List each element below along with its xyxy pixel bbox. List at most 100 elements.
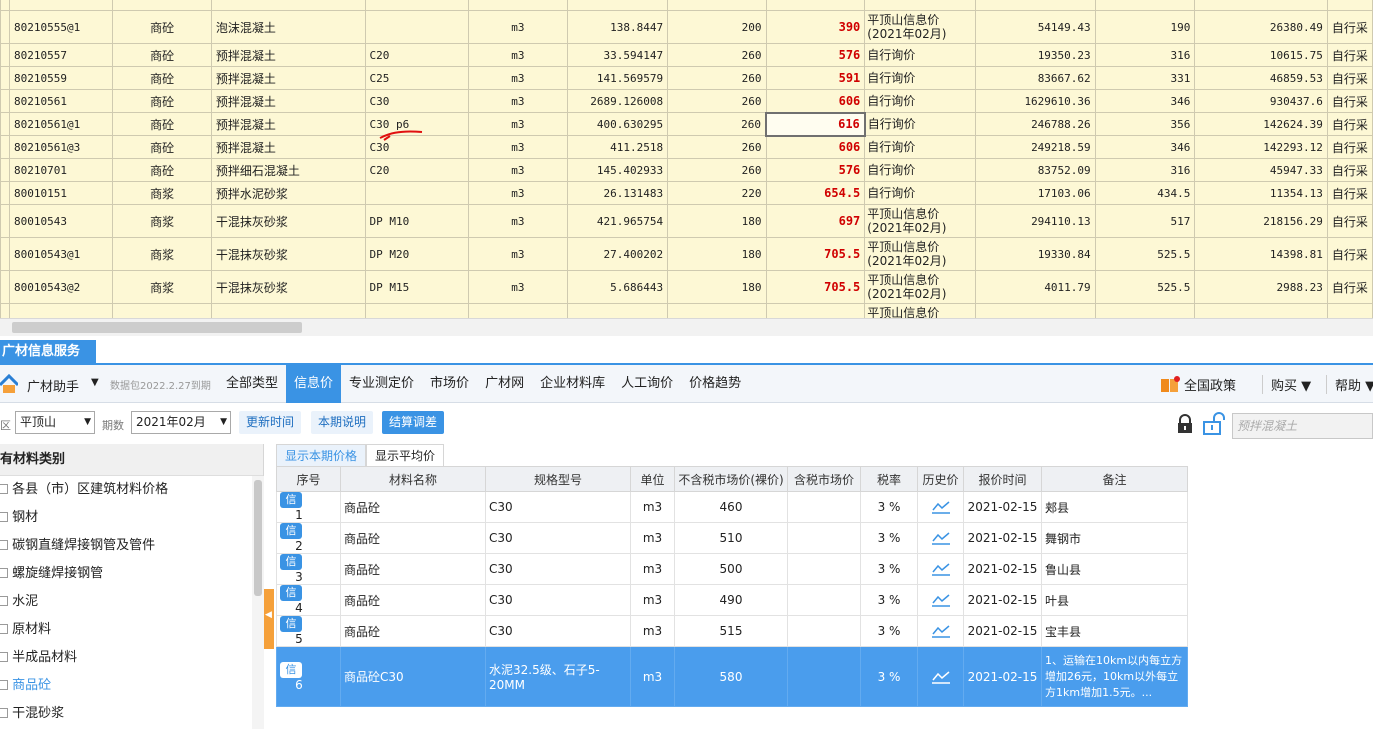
material-name[interactable]: 预拌细石混凝土 [210, 158, 366, 182]
material-code[interactable]: 80210561 [8, 89, 114, 113]
difference-amount[interactable] [1194, 303, 1328, 318]
category-item[interactable]: 干混砂浆 [0, 700, 263, 728]
table-row[interactable] [0, 0, 1373, 11]
supply-type[interactable]: 自行采 [1326, 66, 1373, 90]
price-source[interactable]: 自行询价 [864, 66, 976, 90]
history-price-cell[interactable] [917, 553, 964, 585]
quote-date[interactable]: 2021-02-15 [963, 584, 1042, 616]
price-excl-tax[interactable]: 510 [674, 522, 788, 554]
national-policy-link[interactable]: 全国政策 [1160, 375, 1236, 394]
base-price[interactable]: 180 [667, 204, 767, 238]
material-category[interactable]: 商砼 [112, 135, 212, 159]
material-name[interactable]: 干混抹灰砂浆 [210, 237, 366, 271]
material-unit[interactable]: m3 [468, 112, 568, 136]
table-row[interactable]: 80210557 商砼 预拌混凝土 C20 m3 33.594147 260 576 自行询价 1… [0, 43, 1373, 67]
material-spec[interactable]: C20 [364, 43, 470, 67]
gutter-cell[interactable] [0, 270, 10, 304]
material-unit[interactable]: m3 [468, 10, 568, 44]
gutter-cell[interactable] [0, 43, 10, 67]
gutter-cell[interactable] [0, 66, 10, 90]
period-note-button[interactable]: 本期说明 [311, 411, 374, 434]
market-amount[interactable]: 4011.79 [974, 270, 1096, 304]
material-spec[interactable]: C30 [485, 615, 631, 647]
nav-tab-1[interactable]: 全部类型 [218, 365, 286, 403]
material-code[interactable] [8, 303, 114, 318]
material-quantity[interactable] [566, 303, 669, 318]
material-spec[interactable]: 水泥32.5级、石子5-20MM [485, 646, 631, 707]
base-price[interactable]: 180 [667, 270, 767, 304]
info-price-badge[interactable]: 信 [280, 585, 302, 601]
table-row[interactable]: 80010151 商浆 预拌水泥砂浆 m3 26.131483 220 654.5 自行询价 1… [0, 181, 1373, 205]
material-spec[interactable]: C30 [485, 522, 631, 554]
material-unit[interactable]: m3 [468, 204, 568, 238]
history-price-cell[interactable] [917, 584, 964, 616]
service-panel-tab[interactable]: 广材信息服务 [0, 340, 96, 364]
difference-amount[interactable]: 10615.75 [1194, 43, 1328, 67]
material-spec[interactable]: C30 [485, 491, 631, 523]
category-item[interactable]: 螺旋缝焊接钢管 [0, 560, 263, 588]
base-price[interactable]: 260 [667, 43, 767, 67]
price-excl-tax[interactable]: 515 [674, 615, 788, 647]
market-price[interactable]: 576 [765, 158, 866, 182]
material-code[interactable]: 80210559 [8, 66, 114, 90]
material-spec[interactable]: C20 [364, 158, 470, 182]
base-price[interactable]: 260 [667, 66, 767, 90]
supply-type[interactable]: 自行采 [1326, 135, 1373, 159]
price-incl-tax[interactable] [787, 491, 861, 523]
price-source[interactable]: 平顶山信息价(2021年02月) [864, 237, 976, 271]
nav-tab-5[interactable]: 广材网 [477, 365, 532, 403]
price-difference[interactable]: 517 [1094, 204, 1196, 238]
remark[interactable]: 叶县 [1041, 584, 1188, 616]
material-unit[interactable]: m3 [468, 43, 568, 67]
history-price-cell[interactable] [917, 522, 964, 554]
row-number-cell[interactable]: 信5 [276, 615, 341, 647]
table-row[interactable]: 80010543@2 商浆 干混抹灰砂浆 DP M15 m3 5.686443 180 705… [0, 270, 1373, 304]
material-quantity[interactable]: 5.686443 [566, 270, 669, 304]
update-time-button[interactable]: 更新时间 [239, 411, 302, 434]
material-category[interactable]: 商砼 [112, 112, 212, 136]
market-amount[interactable]: 1629610.36 [974, 89, 1096, 113]
price-excl-tax[interactable]: 500 [674, 553, 788, 585]
difference-amount[interactable]: 11354.13 [1194, 181, 1328, 205]
material-name[interactable]: 预拌混凝土 [210, 89, 366, 113]
material-unit[interactable]: m3 [468, 270, 568, 304]
supply-type[interactable]: 自行采 [1326, 89, 1373, 113]
material-spec[interactable]: C30 [485, 553, 631, 585]
row-number-cell[interactable]: 信1 [276, 491, 341, 523]
search-input[interactable]: 预拌混凝土 [1232, 413, 1373, 439]
material-unit[interactable]: m3 [630, 615, 675, 647]
market-price[interactable]: 616 [765, 111, 866, 137]
base-price[interactable]: 260 [667, 158, 767, 182]
tax-rate[interactable]: 3 % [860, 491, 918, 523]
material-category[interactable]: 商砼 [112, 66, 212, 90]
gutter-cell[interactable] [0, 89, 10, 113]
difference-amount[interactable]: 14398.81 [1194, 237, 1328, 271]
remark[interactable]: 郏县 [1041, 491, 1188, 523]
quote-date[interactable]: 2021-02-15 [963, 491, 1042, 523]
nav-tab-6[interactable]: 企业材料库 [532, 365, 613, 403]
table-row[interactable]: 80210561@3 商砼 预拌混凝土 C30 m3 411.2518 260 606 自行询价… [0, 135, 1373, 159]
base-price[interactable]: 180 [667, 237, 767, 271]
material-spec[interactable]: C25 [364, 66, 470, 90]
material-code[interactable]: 80210557 [8, 43, 114, 67]
supply-type[interactable]: 自行采 [1326, 270, 1373, 304]
category-item[interactable]: 碳钢直缝焊接钢管及管件 [0, 532, 263, 560]
horizontal-scrollbar[interactable] [0, 318, 1373, 336]
base-price[interactable]: 200 [667, 10, 767, 44]
material-code[interactable]: 80210701 [8, 158, 114, 182]
price-excl-tax[interactable]: 580 [674, 646, 788, 707]
material-category[interactable]: 商浆 [112, 270, 212, 304]
material-quantity[interactable]: 2689.126008 [566, 89, 669, 113]
material-category[interactable] [112, 303, 212, 318]
tax-rate[interactable]: 3 % [860, 646, 918, 707]
brand-dropdown-icon[interactable]: ▼ [91, 377, 99, 388]
info-price-badge[interactable]: 信 [280, 523, 302, 539]
price-difference[interactable] [1094, 0, 1196, 11]
row-number-cell[interactable]: 信4 [276, 584, 341, 616]
period-select[interactable]: 2021年02月 ▼ [131, 411, 231, 434]
market-amount[interactable]: 17103.06 [974, 181, 1096, 205]
material-category[interactable]: 商砼 [112, 89, 212, 113]
market-price[interactable]: 576 [765, 43, 866, 67]
market-price[interactable]: 697 [765, 204, 866, 238]
gutter-cell[interactable] [0, 10, 10, 44]
